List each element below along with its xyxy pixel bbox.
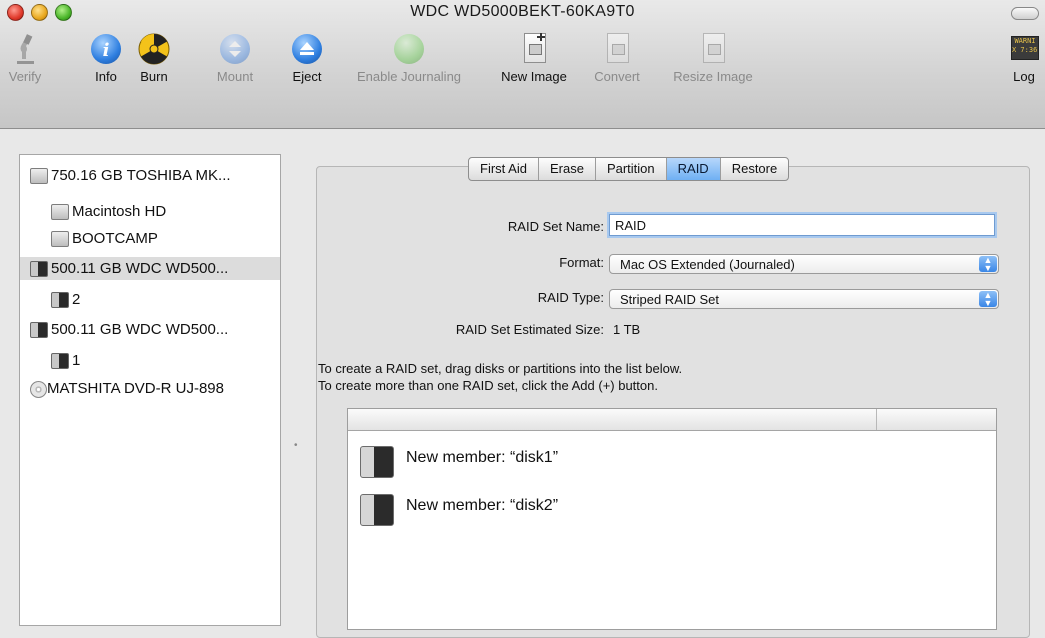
disk-list-sidebar[interactable]: 750.16 GB TOSHIBA MK... Macintosh HD BOO…: [19, 154, 281, 626]
info-button[interactable]: i Info: [86, 32, 126, 84]
raid-instruction-line-1: To create a RAID set, drag disks or part…: [318, 361, 683, 376]
sidebar-item-bootcamp[interactable]: BOOTCAMP: [20, 227, 280, 250]
new-image-icon: [517, 32, 551, 66]
sidebar-item-macintosh-hd[interactable]: Macintosh HD: [20, 200, 280, 223]
updown-arrows-icon: ▲ ▼: [979, 291, 997, 308]
eject-icon: [290, 32, 324, 66]
internal-disk-icon: [30, 168, 48, 184]
eject-button[interactable]: Eject: [287, 32, 327, 84]
external-disk-icon: [358, 489, 394, 529]
external-disk-icon: [30, 261, 48, 277]
window-toolbar: WDC WD5000BEKT-60KA9T0 Verify i Info Bur…: [0, 0, 1045, 129]
toolbar-toggle-button[interactable]: [1011, 7, 1039, 20]
raid-set-name-input[interactable]: RAID: [609, 214, 995, 236]
info-icon: i: [89, 32, 123, 66]
convert-button[interactable]: Convert: [585, 32, 649, 84]
sidebar-item-toshiba-disk[interactable]: 750.16 GB TOSHIBA MK...: [20, 164, 280, 187]
microscope-icon: [8, 32, 42, 66]
raid-members-list[interactable]: New member: “disk1” New member: “disk2”: [347, 408, 997, 630]
updown-arrows-icon: ▲ ▼: [979, 256, 997, 273]
format-label: Format:: [559, 255, 604, 270]
estimated-size-value: 1 TB: [613, 322, 641, 337]
sidebar-item-volume-2[interactable]: 2: [20, 288, 280, 311]
volume-icon: [51, 204, 69, 220]
svg-text:i: i: [103, 40, 110, 61]
resize-image-icon: [696, 32, 730, 66]
convert-icon: [600, 32, 634, 66]
burn-icon: [137, 32, 171, 66]
tab-raid[interactable]: RAID: [665, 158, 720, 180]
sidebar-item-wdc-disk-2[interactable]: 500.11 GB WDC WD500...: [20, 318, 280, 341]
resize-image-button[interactable]: Resize Image: [663, 32, 763, 84]
tab-restore[interactable]: Restore: [719, 158, 789, 180]
mount-button[interactable]: Mount: [211, 32, 259, 84]
raid-instruction-line-2: To create more than one RAID set, click …: [318, 378, 658, 393]
window-title: WDC WD5000BEKT-60KA9T0: [410, 3, 635, 20]
log-icon: WARNI X 7:36 F: [1007, 32, 1041, 66]
raid-set-name-label: RAID Set Name:: [507, 219, 604, 234]
list-header: [348, 409, 996, 431]
estimated-size-label: RAID Set Estimated Size:: [455, 322, 604, 337]
volume-icon: [51, 231, 69, 247]
disk-utility-tabs: First Aid Erase Partition RAID Restore: [468, 157, 790, 181]
split-view-handle[interactable]: •: [294, 440, 298, 451]
external-volume-icon: [51, 353, 69, 369]
dvd-icon: [30, 381, 47, 398]
external-disk-icon: [30, 322, 48, 338]
format-select[interactable]: Mac OS Extended (Journaled) ▲ ▼: [609, 254, 999, 274]
raid-type-select[interactable]: Striped RAID Set ▲ ▼: [609, 289, 999, 309]
burn-button[interactable]: Burn: [134, 32, 174, 84]
tab-erase[interactable]: Erase: [537, 158, 595, 180]
tab-first-aid[interactable]: First Aid: [469, 158, 538, 180]
sidebar-item-volume-1[interactable]: 1: [20, 349, 280, 372]
journaling-icon: [392, 32, 426, 66]
new-image-button[interactable]: New Image: [490, 32, 578, 84]
mount-icon: [218, 32, 252, 66]
enable-journaling-button[interactable]: Enable Journaling: [345, 32, 473, 84]
sidebar-item-wdc-disk-1[interactable]: 500.11 GB WDC WD500...: [20, 257, 280, 280]
external-disk-icon: [358, 441, 394, 481]
external-volume-icon: [51, 292, 69, 308]
tab-partition[interactable]: Partition: [594, 158, 666, 180]
verify-button[interactable]: Verify: [4, 32, 46, 84]
sidebar-item-dvd-drive[interactable]: MATSHITA DVD-R UJ-898: [20, 377, 280, 400]
log-button[interactable]: WARNI X 7:36 F Log: [1005, 32, 1043, 84]
raid-type-label: RAID Type:: [537, 290, 604, 305]
